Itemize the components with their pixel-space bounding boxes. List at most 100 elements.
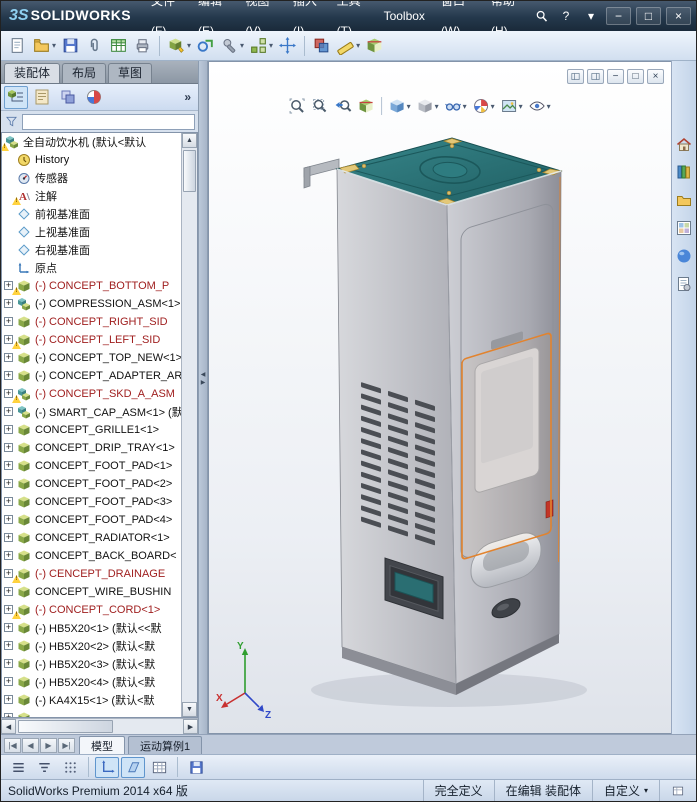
measure-button[interactable]: ▾ (334, 33, 362, 58)
design-library-button[interactable] (674, 161, 695, 182)
doc-restore-button[interactable]: □ (627, 69, 644, 84)
expander-icon[interactable]: + (4, 713, 13, 717)
smart-fasteners-button[interactable]: ▾ (218, 33, 246, 58)
expander-icon[interactable]: + (4, 371, 13, 380)
scroll-up-icon[interactable]: ▲ (182, 133, 197, 148)
expander-icon[interactable]: + (4, 533, 13, 542)
scroll-left-icon[interactable]: ◀ (1, 719, 16, 734)
zoom-area-button[interactable] (309, 95, 331, 117)
expander-icon[interactable]: + (4, 353, 13, 362)
file-explorer-button[interactable] (674, 189, 695, 210)
tree-item[interactable]: + (-) CONCEPT_ADAPTER_ARO (2, 367, 181, 385)
tree-item[interactable]: 右视基准面 (2, 241, 181, 259)
splitter-grip-icon[interactable]: ◀ ▶ (199, 371, 207, 387)
expander-icon[interactable]: + (4, 497, 13, 506)
expander-icon[interactable]: + (4, 407, 13, 416)
save-button[interactable] (59, 33, 82, 58)
tree-item[interactable]: +! (-) CONCEPT_BOTTOM_P (2, 277, 181, 295)
print-button[interactable] (131, 33, 154, 58)
tree-item[interactable]: + CONCEPT_WIRE_BUSHIN (2, 583, 181, 601)
close-button[interactable]: × (666, 7, 691, 25)
tree-item[interactable]: A! 注解 (2, 187, 181, 205)
tree-item[interactable]: + (-) CONCEPT_TOP_NEW<1> (2, 349, 181, 367)
tab-装配体[interactable]: 装配体 (4, 63, 61, 83)
sketch-plane-button[interactable] (121, 756, 145, 778)
tab-next-button[interactable]: ▶ (40, 738, 57, 753)
expander-icon[interactable]: + (4, 605, 13, 614)
configurationmanager-tab[interactable] (56, 86, 80, 109)
panel-expand-chevron[interactable]: » (184, 90, 195, 104)
expander-icon[interactable]: + (4, 677, 13, 686)
tree-item[interactable]: 传感器 (2, 169, 181, 187)
expander-icon[interactable]: + (4, 299, 13, 308)
view-orientation-button[interactable]: ▾ (386, 95, 413, 117)
hide-show-button[interactable]: ▾ (442, 95, 469, 117)
tree-item[interactable]: +! (-) CONCEPT_SKD_A_ASM (2, 385, 181, 403)
expander-icon[interactable]: + (4, 479, 13, 488)
tree-item[interactable]: + CONCEPT_FOOT_PAD<4> (2, 511, 181, 529)
tree-item[interactable]: 上视基准面 (2, 223, 181, 241)
tree-horizontal-scrollbar[interactable]: ◀ ▶ (1, 718, 198, 734)
expander-icon[interactable]: + (4, 641, 13, 650)
scroll-thumb-h[interactable] (18, 720, 113, 733)
help-button[interactable]: ? (556, 7, 576, 25)
tree-item[interactable]: +! (-) CONCEPT_CORD<1> (2, 601, 181, 619)
tree-item[interactable]: + (-) HB5X20<3> (默认<默 (2, 655, 181, 673)
pane-split-right-icon[interactable] (587, 69, 604, 84)
menu-lines-button[interactable] (6, 757, 30, 778)
tree-item[interactable]: +! (-) CENCEPT_DRAINAGE (2, 565, 181, 583)
statusbar-units-dropdown[interactable]: 自定义 ▾ (591, 780, 659, 801)
options-dropdown-icon[interactable]: ▾ (581, 7, 601, 25)
graphics-viewport[interactable]: − □ × ▾ ▾ ▾ ▾ ▾ ▾ Y X Z (208, 61, 673, 734)
apply-scene-button[interactable]: ▾ (498, 95, 525, 117)
move-component-button[interactable] (276, 33, 299, 58)
new-document-button[interactable] (6, 33, 29, 58)
model-water-dispenser[interactable] (209, 62, 674, 737)
expander-icon[interactable]: + (4, 569, 13, 578)
tree-item[interactable]: + (-) HB5X20<1> (默认<<默 (2, 619, 181, 637)
propertymanager-tab[interactable] (30, 86, 54, 109)
expander-icon[interactable]: + (4, 551, 13, 560)
tree-item[interactable]: + CONCEPT_FOOT_PAD<1> (2, 457, 181, 475)
filter-funnel-icon[interactable] (4, 114, 19, 129)
tree-item[interactable]: + (-) SMART_CAP_ASM<1> (默 (2, 403, 181, 421)
filter-lines-button[interactable] (32, 757, 56, 778)
search-icon[interactable] (531, 7, 551, 25)
design-table-button[interactable] (107, 33, 130, 58)
tab-草图[interactable]: 草图 (108, 63, 153, 83)
display-style-button[interactable]: ▾ (414, 95, 441, 117)
expander-icon[interactable]: + (4, 281, 13, 290)
tab-last-button[interactable]: ▶| (58, 738, 75, 753)
linear-pattern-button[interactable]: ▾ (247, 33, 275, 58)
scroll-down-icon[interactable]: ▼ (182, 702, 197, 717)
tree-item[interactable]: + CONCEPT_RADIATOR<1> (2, 529, 181, 547)
expander-icon[interactable]: + (4, 335, 13, 344)
tree-item[interactable]: + (-) KA4X15<1> (默认<默 (2, 691, 181, 709)
attach-button[interactable] (83, 33, 106, 58)
expander-icon[interactable]: + (4, 389, 13, 398)
sketch-axes-button[interactable] (95, 756, 119, 778)
scroll-right-icon[interactable]: ▶ (183, 719, 198, 734)
expander-icon[interactable]: + (4, 425, 13, 434)
featuremanager-tab[interactable] (4, 85, 28, 109)
tree-item[interactable]: 原点 (2, 259, 181, 277)
tree-item[interactable]: +! (-) CONCEPT_LEFT_SID (2, 331, 181, 349)
view-settings-button[interactable]: ▾ (526, 95, 553, 117)
tree-item[interactable]: + CONCEPT_FOOT_PAD<2> (2, 475, 181, 493)
tree-item[interactable]: History (2, 151, 181, 169)
expander-icon[interactable]: + (4, 515, 13, 524)
mate-button[interactable] (194, 33, 217, 58)
pane-split-left-icon[interactable] (567, 69, 584, 84)
expander-icon[interactable]: + (4, 587, 13, 596)
previous-view-button[interactable] (332, 95, 354, 117)
custom-properties-button[interactable] (674, 273, 695, 294)
tree-item[interactable]: + CONCEPT_FOOT_PAD<3> (2, 493, 181, 511)
tree-item[interactable]: + (2, 709, 181, 717)
tree-root-item[interactable]: ! 全自动饮水机 (默认<默认 (2, 133, 181, 151)
view-palette-button[interactable] (674, 217, 695, 238)
tree-item[interactable]: + (-) HB5X20<4> (默认<默 (2, 673, 181, 691)
interference-button[interactable] (310, 33, 333, 58)
panel-splitter[interactable]: ◀ ▶ (198, 61, 208, 734)
menu-item-5[interactable]: Toolbox (376, 1, 433, 31)
section-view-hud-button[interactable] (355, 95, 377, 117)
